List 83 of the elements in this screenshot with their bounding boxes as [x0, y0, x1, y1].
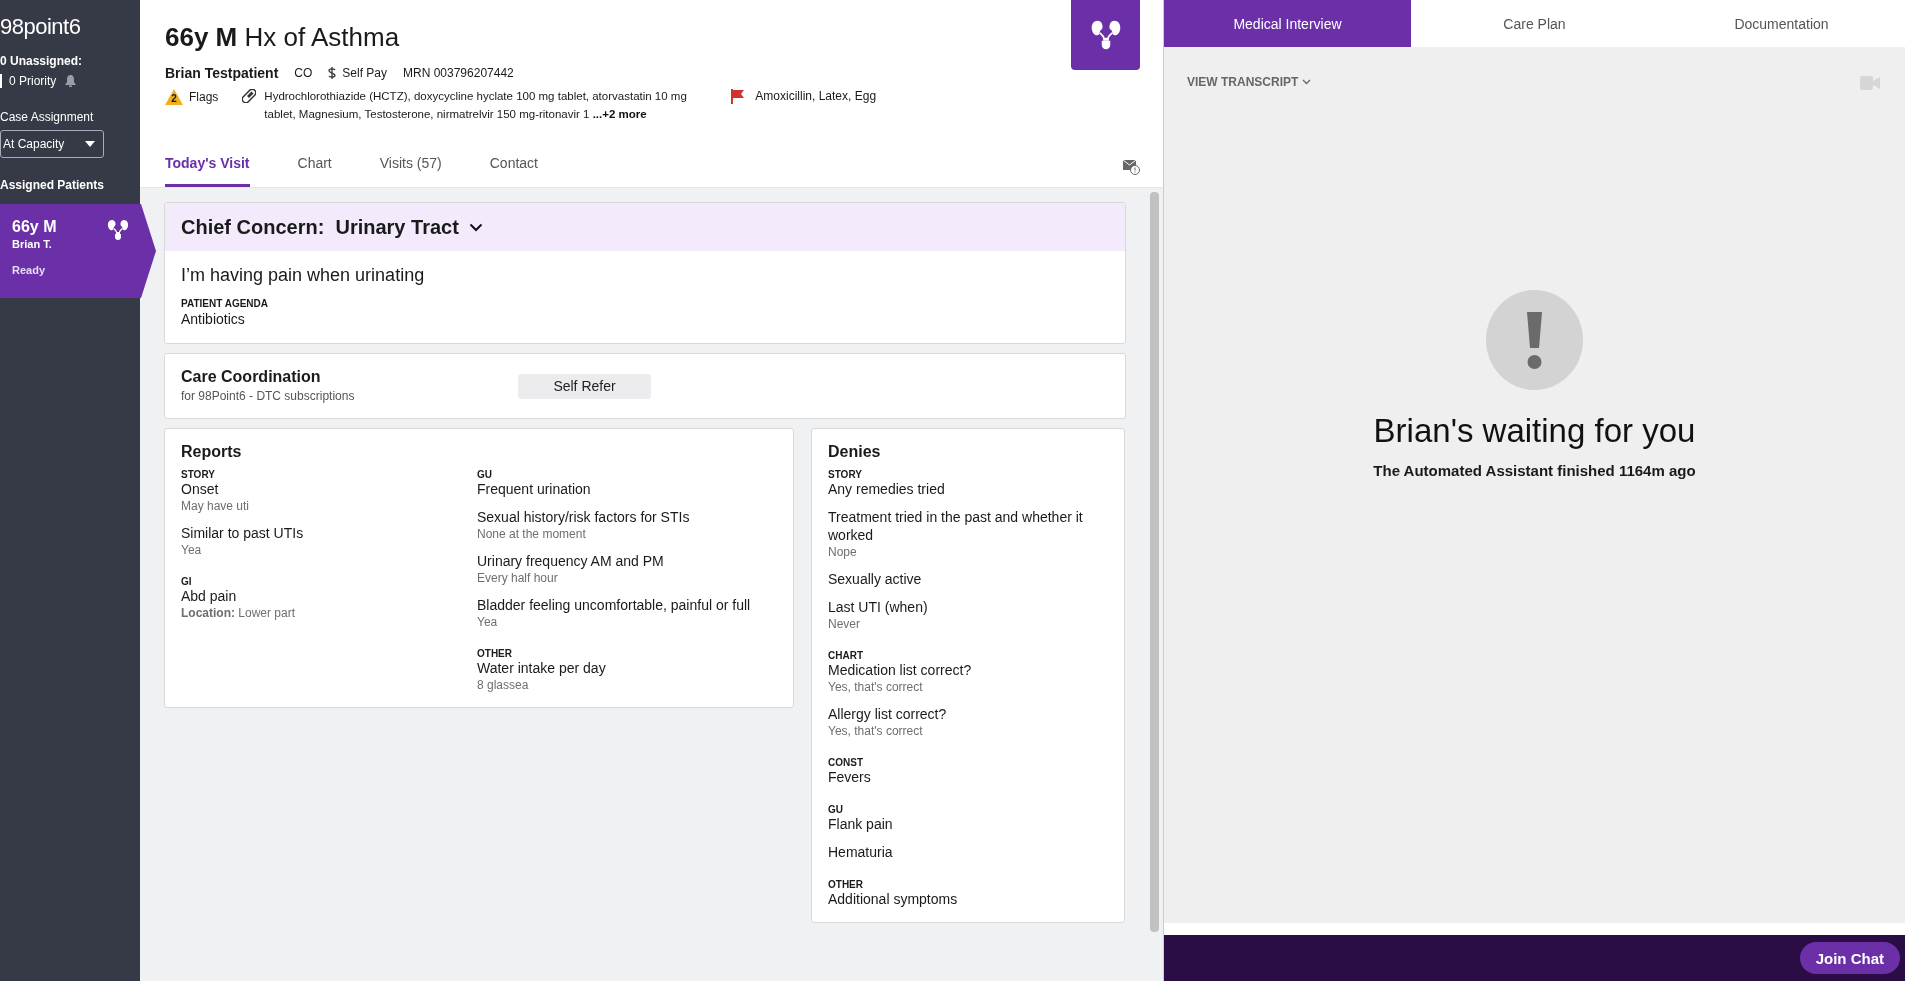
- exclamation-icon: [1486, 290, 1583, 390]
- medication-list: Hydrochlorothiazide (HCTZ), doxycycline hyclate 100 mg tablet, atorvastatin 10 mg tablet, Magnesium, Testosterone, nirmatrelvir 150 mg-ritonavir 1 ...+2 more: [264, 87, 710, 123]
- symptom-answer: Yea: [477, 614, 499, 630]
- section-heading: GU: [828, 804, 844, 815]
- patient-state: CO: [294, 66, 313, 80]
- symptom-answer: May have uti: [181, 498, 251, 514]
- allergy-list: Amoxicillin, Latex, Egg: [755, 89, 877, 104]
- scrollbar[interactable]: [1150, 192, 1159, 932]
- symptom-question: Any remedies tried: [828, 480, 946, 498]
- case-assignment-label: Case Assignment: [0, 110, 94, 124]
- more-medications-link[interactable]: ...+2 more: [592, 108, 647, 120]
- reports-title: Reports: [181, 443, 243, 461]
- agenda-label: PATIENT AGENDA: [181, 298, 270, 309]
- pill-icon: [242, 89, 257, 103]
- mrn-number: MRN 003796207442: [403, 66, 514, 80]
- symptom-answer: Yes, that's correct: [828, 723, 924, 739]
- kidney-icon: [106, 218, 130, 242]
- unassigned-count: 0 Unassigned:: [0, 54, 83, 68]
- caret-icon: [85, 141, 95, 147]
- symptom-question: Abd pain: [181, 587, 238, 605]
- symptom-answer: Location: Lower part: [181, 605, 297, 621]
- symptom-question: Flank pain: [828, 815, 894, 833]
- symptom-answer: Yea: [181, 542, 203, 558]
- symptom-answer: Nope: [828, 544, 858, 560]
- symptom-question: Last UTI (when): [828, 598, 929, 616]
- care-coordination-subtitle: for 98Point6 - DTC subscriptions: [181, 389, 355, 403]
- symptom-answer: Every half hour: [477, 570, 559, 586]
- section-heading: STORY: [181, 469, 216, 480]
- visit-tab[interactable]: Visits (57): [379, 142, 442, 187]
- case-assignment-dropdown[interactable]: At Capacity: [0, 130, 104, 158]
- symptom-question: Fevers: [828, 768, 872, 786]
- section-heading: OTHER: [477, 648, 513, 659]
- symptom-question: Onset: [181, 480, 220, 498]
- section-heading: STORY: [828, 469, 863, 480]
- visit-tab[interactable]: Chart: [297, 142, 332, 187]
- symptom-question: Sexually active: [828, 570, 923, 588]
- interview-tab[interactable]: Medical Interview: [1164, 0, 1411, 47]
- view-transcript-link[interactable]: VIEW TRANSCRIPT: [1187, 75, 1312, 89]
- section-heading: CHART: [828, 650, 864, 661]
- symptom-question: Similar to past UTIs: [181, 524, 305, 542]
- symptom-question: Water intake per day: [477, 659, 607, 677]
- symptom-question: Sexual history/risk factors for STIs: [477, 508, 691, 526]
- assigned-patients-label: Assigned Patients: [0, 178, 105, 192]
- denies-title: Denies: [828, 443, 882, 461]
- visit-tab[interactable]: Contact: [489, 142, 538, 187]
- waiting-title: Brian's waiting for you: [1373, 412, 1696, 450]
- join-chat-button[interactable]: Join Chat: [1799, 942, 1900, 974]
- chevron-down-icon[interactable]: [468, 222, 483, 232]
- flag-icon: [731, 89, 746, 104]
- agenda-value: Antibiotics: [181, 311, 246, 327]
- symptom-question: Allergy list correct?: [828, 705, 948, 723]
- priority-count: 0 Priority: [9, 74, 57, 88]
- payment-type: Self Pay: [342, 66, 387, 80]
- symptom-question: Hematuria: [828, 843, 894, 861]
- mail-alert-icon[interactable]: [1123, 160, 1140, 175]
- section-heading: GU: [477, 469, 493, 480]
- dollar-icon: [328, 67, 337, 79]
- care-coordination-title: Care Coordination: [181, 368, 322, 386]
- chief-concern-title: Chief Concern: Urinary Tract: [181, 215, 459, 239]
- bell-icon: [64, 75, 78, 87]
- symptom-question: Treatment tried in the past and whether it worked: [828, 508, 1084, 544]
- chief-concern-quote: I’m having pain when urinating: [181, 265, 426, 286]
- symptom-answer: Never: [828, 616, 861, 632]
- app-logo: 98point6: [0, 14, 81, 40]
- symptom-question: Urinary frequency AM and PM: [477, 552, 665, 570]
- section-heading: CONST: [828, 757, 864, 768]
- patient-card[interactable]: 66y M Brian T. Ready: [0, 204, 156, 298]
- flags-label: Flags: [189, 90, 219, 104]
- patient-title: 66y M Hx of Asthma: [165, 22, 400, 53]
- waiting-subtitle: The Automated Assistant finished 1164m ago: [1373, 462, 1696, 479]
- symptom-answer: Yes, that's correct: [828, 679, 924, 695]
- symptom-question: Bladder feeling uncomfortable, painful or full: [477, 596, 752, 614]
- chevron-down-icon: [1302, 79, 1312, 85]
- symptom-answer: 8 glassea: [477, 677, 530, 693]
- section-heading: GI: [181, 576, 193, 587]
- symptom-question: Frequent urination: [477, 480, 592, 498]
- symptom-answer: None at the moment: [477, 526, 587, 542]
- symptom-question: Additional symptoms: [828, 890, 959, 908]
- self-refer-button[interactable]: Self Refer: [518, 373, 651, 399]
- symptom-question: Medication list correct?: [828, 661, 973, 679]
- patient-name: Brian Testpatient: [165, 65, 279, 81]
- flag-count-badge: 2: [165, 89, 183, 105]
- section-heading: OTHER: [828, 879, 864, 890]
